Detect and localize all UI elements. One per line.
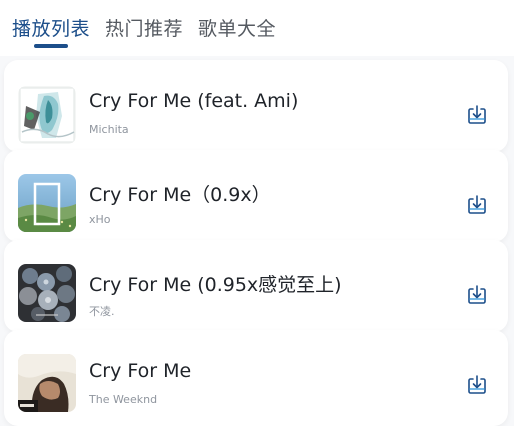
album-cover [18, 354, 76, 412]
tab-bar: 播放列表 热门推荐 歌单大全 [0, 0, 514, 56]
album-cover [18, 264, 76, 322]
song-item[interactable]: Cry For Me The Weeknd [4, 330, 508, 426]
tab-playlist-collection[interactable]: 歌单大全 [198, 14, 276, 41]
download-icon[interactable] [466, 284, 488, 306]
download-icon[interactable] [466, 194, 488, 216]
tab-playlist[interactable]: 播放列表 [12, 14, 90, 41]
tab-hot-recommend[interactable]: 热门推荐 [105, 14, 183, 41]
song-title: Cry For Me（0.9x） [89, 184, 271, 206]
song-item[interactable]: Cry For Me（0.9x） xHo [4, 150, 508, 242]
song-title: Cry For Me (0.95x感觉至上) [89, 274, 342, 296]
song-item[interactable]: Cry For Me (feat. Ami) Michita [4, 60, 508, 152]
song-title: Cry For Me (feat. Ami) [89, 90, 299, 112]
song-artist: xHo [89, 213, 111, 226]
song-item[interactable]: Cry For Me (0.95x感觉至上) 不凌. [4, 240, 508, 332]
download-icon[interactable] [466, 374, 488, 396]
album-cover [18, 174, 76, 232]
song-title: Cry For Me [89, 360, 192, 382]
song-artist: 不凌. [89, 305, 115, 318]
song-artist: Michita [89, 123, 129, 136]
album-cover [18, 86, 76, 144]
song-artist: The Weeknd [89, 393, 158, 406]
active-tab-indicator [34, 44, 68, 48]
download-icon[interactable] [466, 104, 488, 126]
